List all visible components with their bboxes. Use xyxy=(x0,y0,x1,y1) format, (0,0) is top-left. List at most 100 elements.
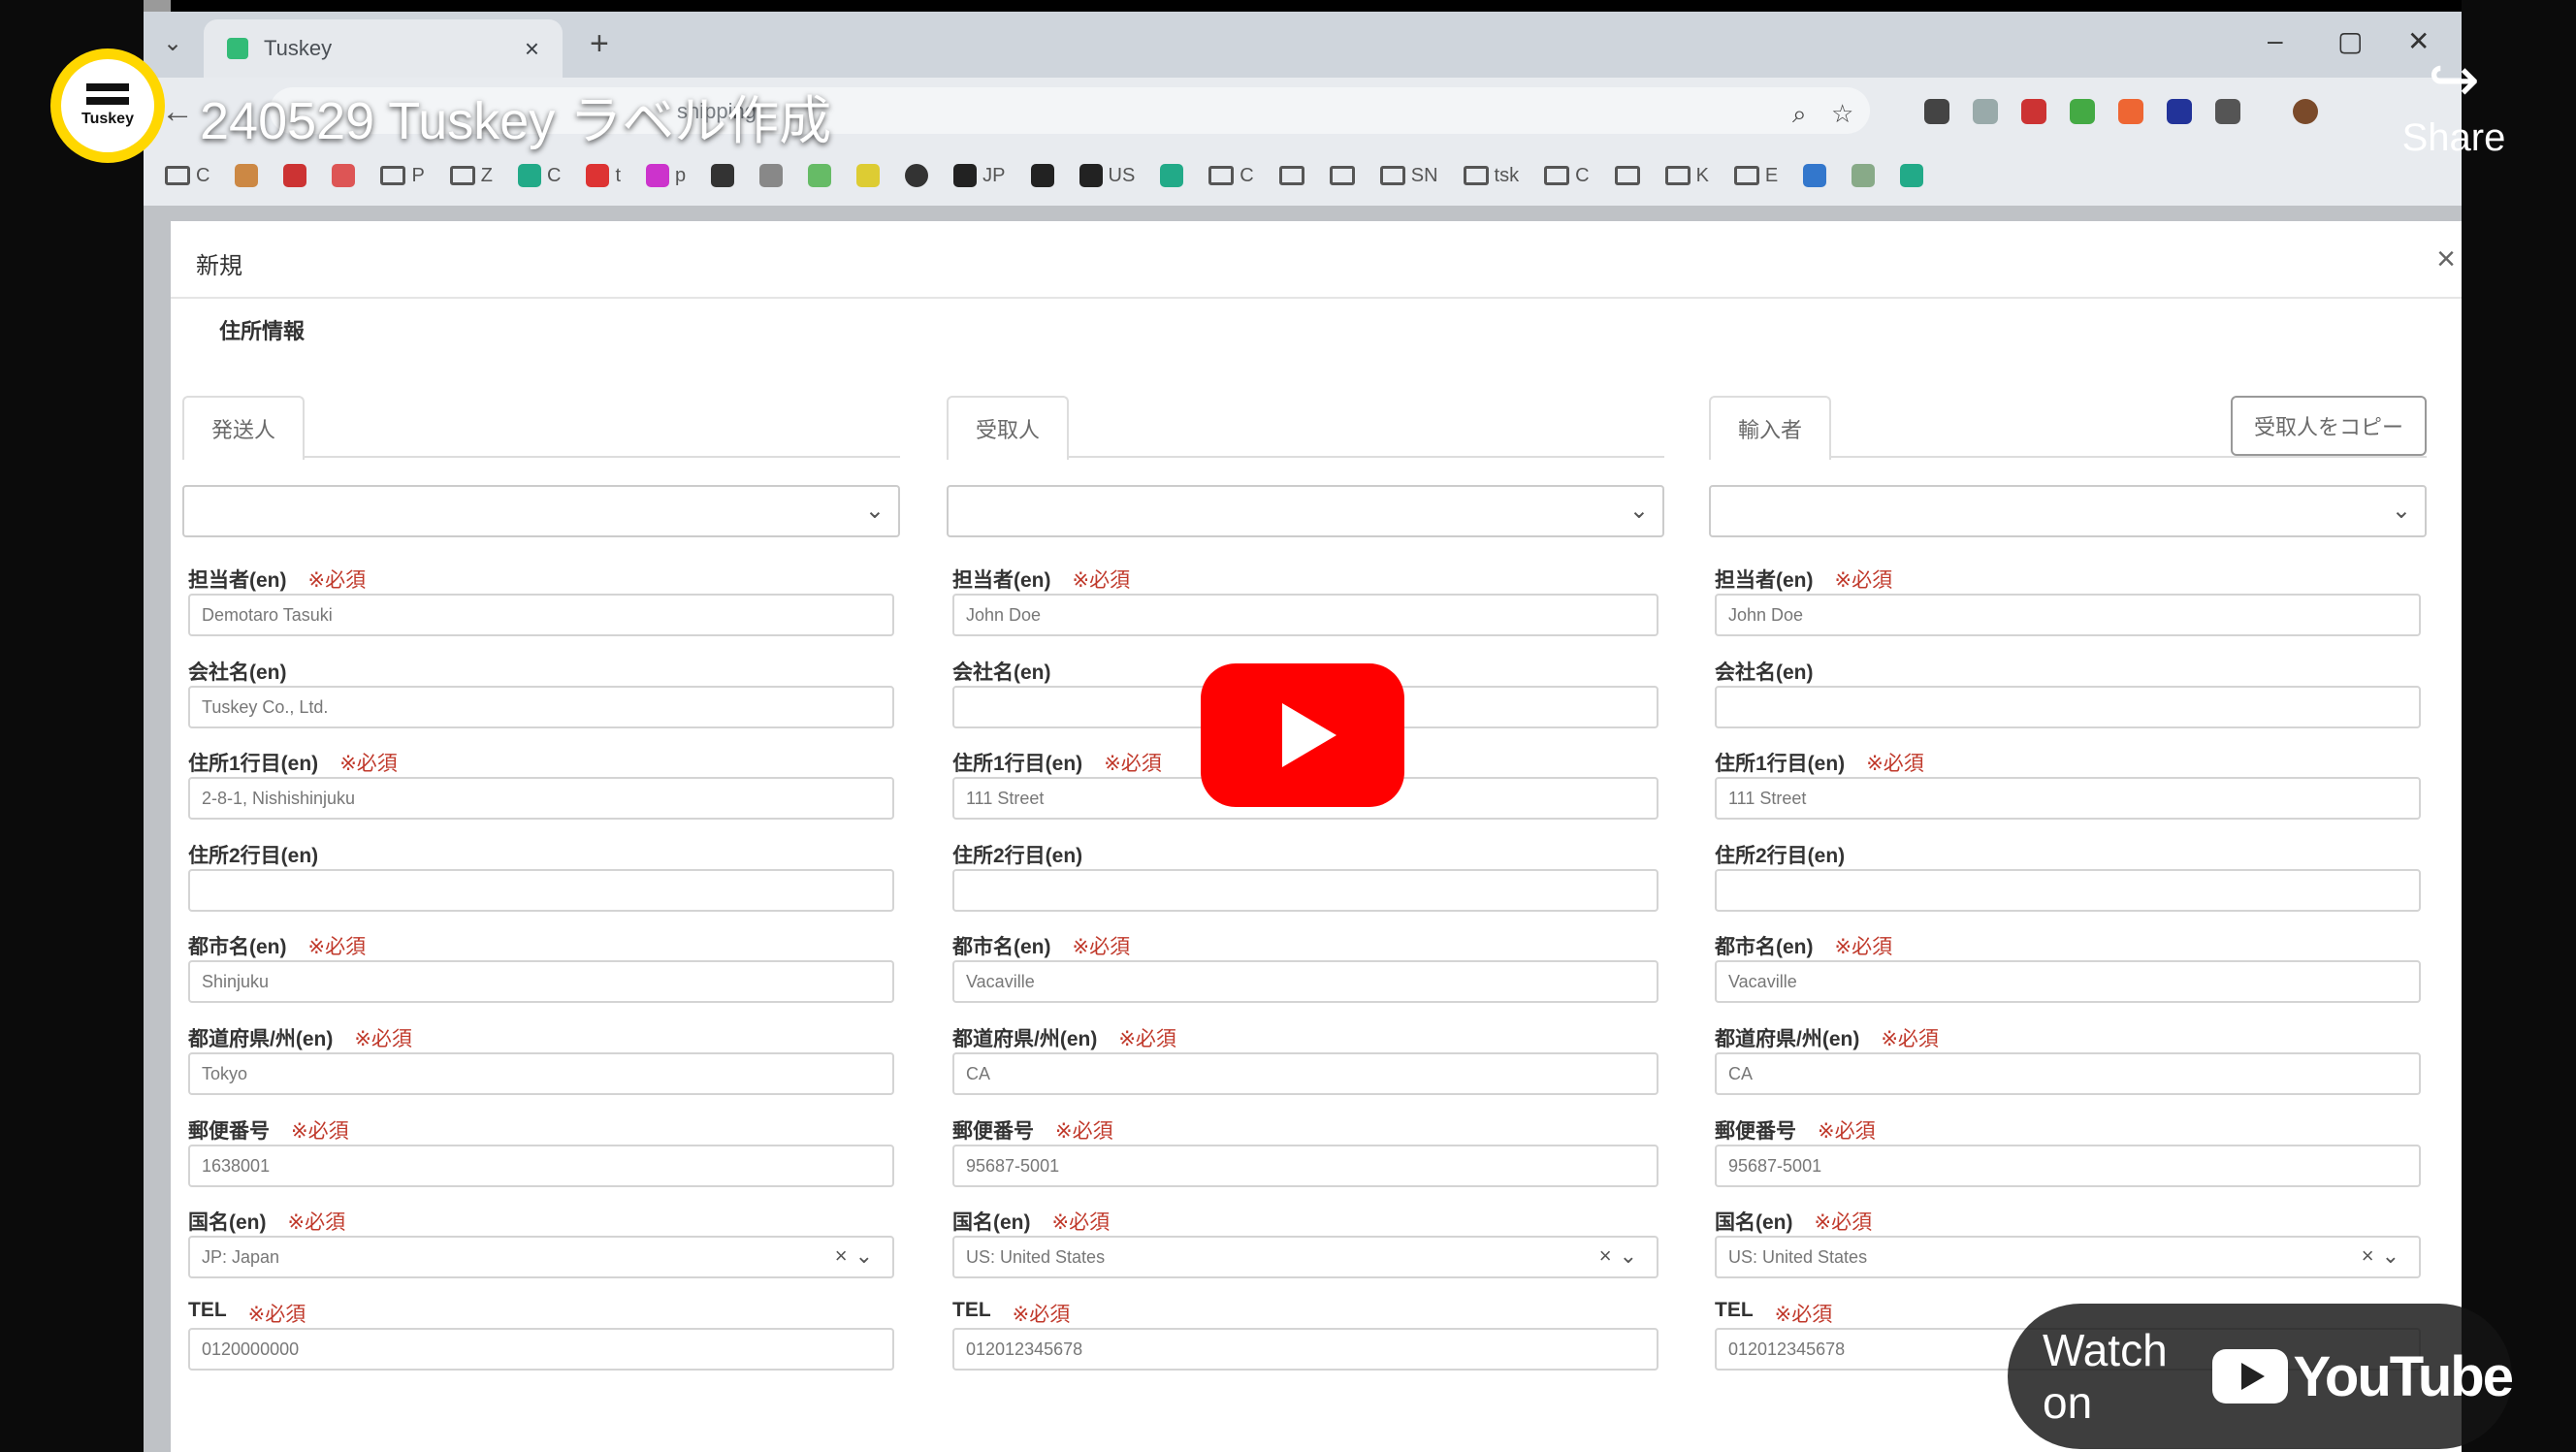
sender-country-select[interactable]: JP: Japan ×⌄ xyxy=(188,1236,894,1279)
importer-country-select[interactable]: US: United States ×⌄ xyxy=(1715,1236,2421,1279)
bookmark-folder[interactable]: C xyxy=(1544,165,1590,187)
importer-preset-select[interactable]: ⌄ xyxy=(1709,485,2427,537)
maximize-icon[interactable]: ▢ xyxy=(2337,25,2363,57)
bookmark-item[interactable] xyxy=(905,164,929,187)
tab-importer[interactable]: 輸入者 xyxy=(1709,396,1832,460)
minimize-icon[interactable]: – xyxy=(2268,25,2283,56)
sheets-icon xyxy=(1160,164,1184,187)
extension-icon[interactable] xyxy=(2167,99,2192,124)
sender-company-input[interactable]: Tuskey Co., Ltd. xyxy=(188,685,894,728)
bookmark-folder[interactable]: P xyxy=(380,165,425,187)
browser-tab[interactable]: Tuskey × xyxy=(204,19,563,78)
sender-fields: 担当者(en) ※必須 Demotaro Tasuki 会社名(en) Tuskey … xyxy=(188,565,894,1390)
bookmark-item[interactable] xyxy=(283,164,307,187)
tab-recipient[interactable]: 受取人 xyxy=(947,396,1070,460)
video-title[interactable]: 240529 Tuskey ラベル作成 xyxy=(200,78,831,154)
importer-city-input[interactable]: Vacaville xyxy=(1715,960,2421,1004)
bookmark-folder[interactable]: tsk xyxy=(1463,165,1519,187)
bookmark-item[interactable] xyxy=(856,164,881,187)
copy-recipient-button[interactable]: 受取人をコピー xyxy=(2230,396,2427,456)
bookmark-folder[interactable]: Z xyxy=(449,165,493,187)
sender-address1-input[interactable]: 2-8-1, Nishishinjuku xyxy=(188,777,894,821)
sender-city-input[interactable]: Shinjuku xyxy=(188,960,894,1004)
bookmark-folder[interactable]: C xyxy=(165,165,209,187)
sender-tel-input[interactable]: 0120000000 xyxy=(188,1327,894,1371)
importer-postal-input[interactable]: 95687-5001 xyxy=(1715,1144,2421,1187)
bookmark-folder[interactable]: C xyxy=(1208,165,1254,187)
back-arrow-icon[interactable]: ← xyxy=(161,93,194,131)
extension-icon[interactable] xyxy=(2021,99,2046,124)
recipient-country-select[interactable]: US: United States ×⌄ xyxy=(952,1236,1658,1279)
clear-chevron-icon[interactable]: ×⌄ xyxy=(2362,1243,2407,1269)
bookmark-item[interactable]: t xyxy=(586,164,621,187)
recipient-preset-select[interactable]: ⌄ xyxy=(947,485,1664,537)
recipient-city-input[interactable]: Vacaville xyxy=(952,960,1658,1004)
extension-icon[interactable] xyxy=(1924,99,1949,124)
extension-icon[interactable] xyxy=(2070,99,2095,124)
recipient-tel-input[interactable]: 012012345678 xyxy=(952,1327,1658,1371)
importer-address2-input[interactable] xyxy=(1715,868,2421,912)
bookmark-item[interactable]: p xyxy=(646,164,686,187)
bookmark-item[interactable]: C xyxy=(518,164,561,187)
recipient-contact-input[interactable]: John Doe xyxy=(952,594,1658,636)
channel-avatar[interactable]: Tuskey xyxy=(50,48,165,163)
bookmark-folder[interactable]: K xyxy=(1664,165,1709,187)
bookmark-folder[interactable]: E xyxy=(1733,165,1778,187)
bookmark-item[interactable] xyxy=(1852,164,1876,187)
extension-icon[interactable] xyxy=(1973,99,1998,124)
recipient-address2-input[interactable] xyxy=(952,868,1658,912)
new-tab-icon[interactable]: + xyxy=(590,25,609,63)
sender-preset-select[interactable]: ⌄ xyxy=(182,485,900,537)
share-label: Share xyxy=(2401,116,2506,159)
modal-close-icon[interactable]: × xyxy=(2436,241,2456,278)
importer-state-input[interactable]: CA xyxy=(1715,1051,2421,1095)
field-contact: 担当者(en) ※必須 John Doe xyxy=(952,565,1658,657)
bookmark-item[interactable] xyxy=(1160,164,1184,187)
tab-search-icon[interactable]: ⌄ xyxy=(163,29,182,57)
sender-postal-input[interactable]: 1638001 xyxy=(188,1144,894,1187)
bookmark-item[interactable] xyxy=(1900,164,1924,187)
bookmark-item[interactable] xyxy=(235,164,259,187)
bookmark-item[interactable] xyxy=(1030,164,1054,187)
importer-company-input[interactable] xyxy=(1715,685,2421,728)
tab-sender[interactable]: 発送人 xyxy=(182,396,306,460)
translate-icon xyxy=(1803,164,1827,187)
clear-chevron-icon[interactable]: ×⌄ xyxy=(1599,1243,1645,1269)
bookmark-folder[interactable]: SN xyxy=(1379,165,1438,187)
importer-contact-input[interactable]: John Doe xyxy=(1715,594,2421,636)
bookmark-item[interactable] xyxy=(808,164,832,187)
recipient-state-input[interactable]: CA xyxy=(952,1051,1658,1095)
recipient-postal-input[interactable]: 95687-5001 xyxy=(952,1144,1658,1187)
clear-chevron-icon[interactable]: ×⌄ xyxy=(835,1243,881,1269)
bookmarks-bar: C P Z C t p JP US C SN tsk C K E xyxy=(144,145,2462,206)
bookmark-item[interactable] xyxy=(332,164,356,187)
video-frame[interactable]: ⌄ Tuskey × + – ▢ ✕ ← shipping ⌕ ☆ C P Z … xyxy=(0,0,2576,1452)
sender-state-input[interactable]: Tokyo xyxy=(188,1051,894,1095)
folder-icon xyxy=(1544,166,1570,185)
sender-address2-input[interactable] xyxy=(188,868,894,912)
importer-address1-input[interactable]: 111 Street xyxy=(1715,777,2421,821)
play-button[interactable] xyxy=(1201,663,1404,807)
required-mark: ※必須 xyxy=(354,1027,412,1050)
field-address2: 住所2行目(en) xyxy=(188,840,894,932)
tab-close-icon[interactable]: × xyxy=(525,34,539,64)
extensions-puzzle-icon[interactable] xyxy=(2215,99,2240,124)
letterbox-left xyxy=(0,0,144,1452)
bookmark-item[interactable] xyxy=(1803,164,1827,187)
star-icon[interactable]: ☆ xyxy=(1831,99,1856,128)
bookmark-item[interactable] xyxy=(711,164,735,187)
importer-fields: 担当者(en) ※必須 John Doe 会社名(en) 住所1行目(en) ※必須 1… xyxy=(1715,565,2421,1390)
profile-avatar[interactable] xyxy=(2293,99,2318,124)
bookmark-item[interactable] xyxy=(759,164,784,187)
bookmark-item[interactable]: JP xyxy=(953,164,1006,187)
bookmark-folder[interactable] xyxy=(1278,166,1304,185)
share-button[interactable]: ↪ Share xyxy=(2396,48,2512,160)
required-mark: ※必須 xyxy=(291,1119,349,1143)
watch-on-youtube-button[interactable]: Watch on YouTube xyxy=(2008,1304,2514,1449)
zoom-icon[interactable]: ⌕ xyxy=(1792,99,1818,128)
bookmark-folder[interactable] xyxy=(1329,166,1355,185)
bookmark-item[interactable]: US xyxy=(1079,164,1135,187)
sender-contact-input[interactable]: Demotaro Tasuki xyxy=(188,594,894,636)
extension-icon[interactable] xyxy=(2118,99,2143,124)
bookmark-folder[interactable] xyxy=(1614,166,1640,185)
